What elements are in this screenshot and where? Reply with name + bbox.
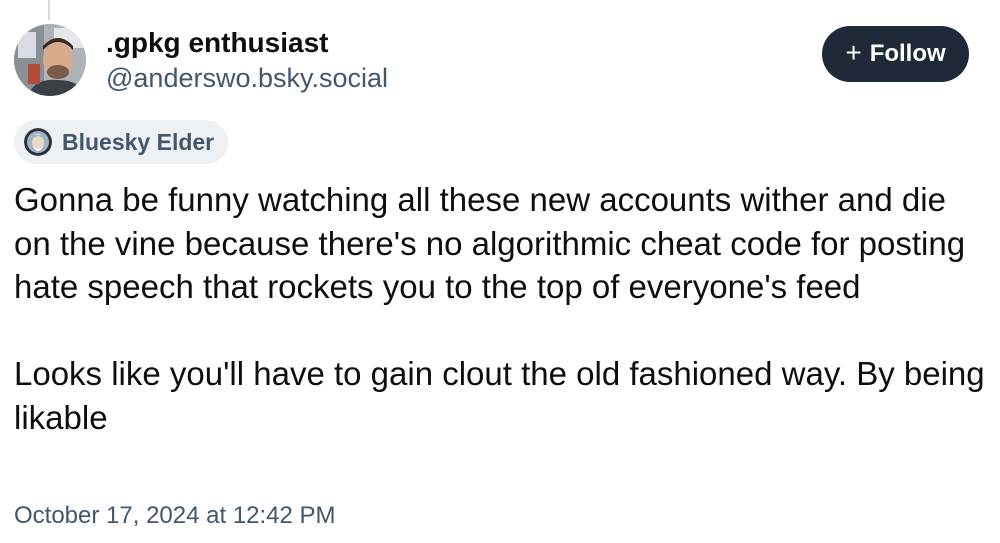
- author-handle[interactable]: @anderswo.bsky.social: [106, 63, 388, 94]
- follow-button-label: Follow: [869, 40, 946, 67]
- badge-label: Bluesky Elder: [62, 128, 215, 155]
- author-display-name[interactable]: .gpkg enthusiast: [106, 27, 328, 59]
- thread-connector-line: [48, 0, 50, 20]
- post-body: Gonna be funny watching all these new ac…: [14, 178, 989, 439]
- post-timestamp: October 17, 2024 at 12:42 PM: [14, 502, 336, 529]
- bluesky-elder-icon: [24, 128, 52, 156]
- author-avatar[interactable]: [14, 24, 86, 96]
- post-paragraph: Looks like you'll have to gain clout the…: [14, 355, 985, 436]
- post-paragraph: Gonna be funny watching all these new ac…: [14, 181, 966, 305]
- verification-badge[interactable]: Bluesky Elder: [14, 120, 229, 164]
- follow-button[interactable]: + Follow: [822, 26, 969, 82]
- profile-photo-icon: [14, 24, 86, 96]
- plus-icon: +: [845, 37, 862, 68]
